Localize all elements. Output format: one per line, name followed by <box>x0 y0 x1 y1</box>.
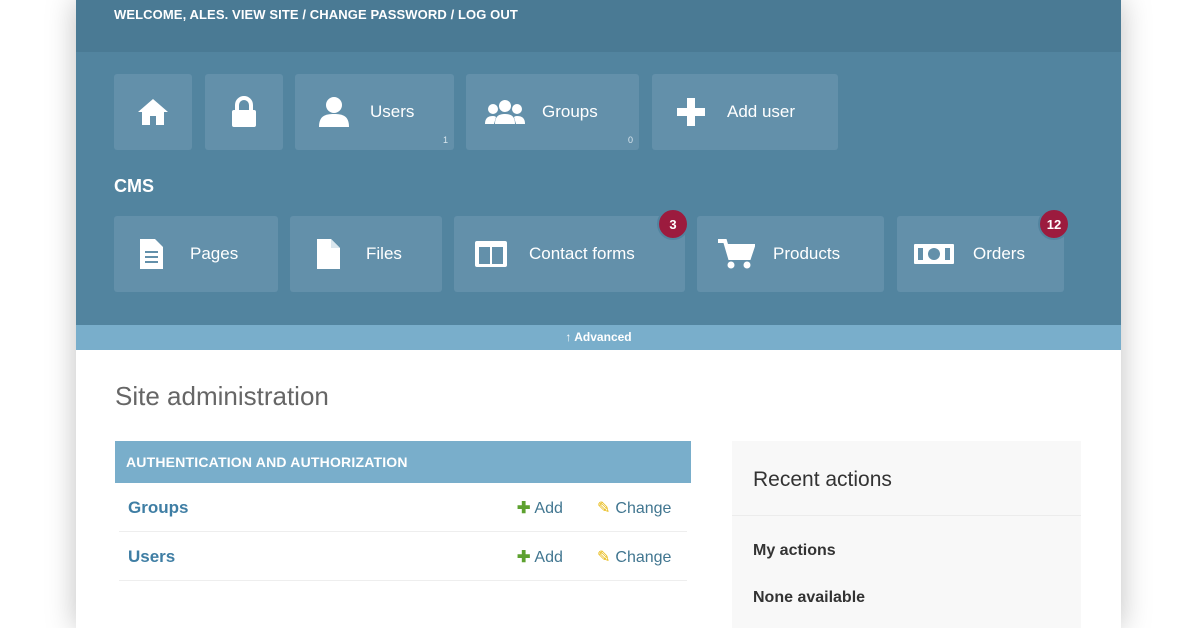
columns-icon <box>474 240 508 268</box>
tile-add-user[interactable]: Add user <box>652 74 838 150</box>
lock-icon <box>229 96 259 128</box>
table-row: Users ✚ Add ✎ Change <box>119 532 687 581</box>
plus-icon: ✚ <box>517 500 531 517</box>
money-icon <box>913 242 955 266</box>
add-users-button[interactable]: ✚ Add <box>517 547 563 567</box>
change-label: Change <box>615 500 672 517</box>
groups-count: 0 <box>627 135 633 145</box>
tile-lock[interactable] <box>205 74 283 150</box>
user-icon <box>317 96 351 128</box>
change-label: Change <box>615 549 672 566</box>
orders-badge: 12 <box>1038 208 1070 240</box>
module-header[interactable]: AUTHENTICATION AND AUTHORIZATION <box>115 441 691 483</box>
pencil-icon: ✎ <box>597 549 611 566</box>
tile-pages-label: Pages <box>190 244 239 263</box>
tile-add-user-label: Add user <box>727 102 796 121</box>
tile-contact-forms[interactable]: Contact forms <box>454 216 685 292</box>
tile-users-label: Users <box>370 102 415 121</box>
user-tools: WELCOME, ALES. VIEW SITE / CHANGE PASSWO… <box>114 7 518 22</box>
user-links[interactable]: VIEW SITE / CHANGE PASSWORD / LOG OUT <box>232 7 518 22</box>
my-actions-heading: My actions <box>753 542 836 559</box>
tile-files[interactable]: Files <box>290 216 442 292</box>
tile-files-label: Files <box>366 244 402 263</box>
tile-home[interactable] <box>114 74 192 150</box>
welcome-text: WELCOME, <box>114 7 187 22</box>
table-row: Groups ✚ Add ✎ Change <box>119 483 687 532</box>
home-icon <box>136 97 170 127</box>
tile-orders-label: Orders <box>973 244 1025 263</box>
cart-icon <box>717 238 755 270</box>
contact-forms-badge: 3 <box>657 208 689 240</box>
change-groups-button[interactable]: ✎ Change <box>597 498 671 518</box>
tile-products-label: Products <box>773 244 841 263</box>
recent-actions-panel: Recent actions My actions None available <box>732 441 1081 628</box>
file-icon <box>315 238 341 270</box>
section-cms-label: CMS <box>114 176 154 196</box>
auth-module: AUTHENTICATION AND AUTHORIZATION Groups … <box>115 441 691 581</box>
header: WELCOME, ALES. VIEW SITE / CHANGE PASSWO… <box>76 0 1121 325</box>
pencil-icon: ✎ <box>597 500 611 517</box>
user-tools-bar: WELCOME, ALES. VIEW SITE / CHANGE PASSWO… <box>76 0 1121 52</box>
tile-users[interactable]: Users 1 <box>295 74 454 150</box>
page-title: Site administration <box>115 381 329 411</box>
tile-contact-forms-label: Contact forms <box>529 244 635 263</box>
tile-products[interactable]: Products <box>697 216 884 292</box>
page-icon <box>138 238 164 270</box>
recent-actions-title: Recent actions <box>753 468 892 491</box>
plus-icon: ✚ <box>517 549 531 566</box>
advanced-toggle[interactable]: ↑ Advanced <box>76 325 1121 350</box>
admin-page: WELCOME, ALES. VIEW SITE / CHANGE PASSWO… <box>76 0 1121 628</box>
users-count: 1 <box>442 135 448 145</box>
model-link-users[interactable]: Users <box>128 547 175 567</box>
divider <box>732 515 1081 516</box>
users-icon <box>484 99 526 125</box>
add-label: Add <box>534 500 563 517</box>
add-label: Add <box>534 549 563 566</box>
add-groups-button[interactable]: ✚ Add <box>517 498 563 518</box>
model-link-groups[interactable]: Groups <box>128 498 188 518</box>
no-actions-text: None available <box>753 589 866 606</box>
tile-groups-label: Groups <box>542 102 598 121</box>
change-users-button[interactable]: ✎ Change <box>597 547 671 567</box>
username: ALES. <box>189 7 229 22</box>
plus-icon <box>676 97 706 127</box>
tile-pages[interactable]: Pages <box>114 216 278 292</box>
tile-groups[interactable]: Groups 0 <box>466 74 639 150</box>
